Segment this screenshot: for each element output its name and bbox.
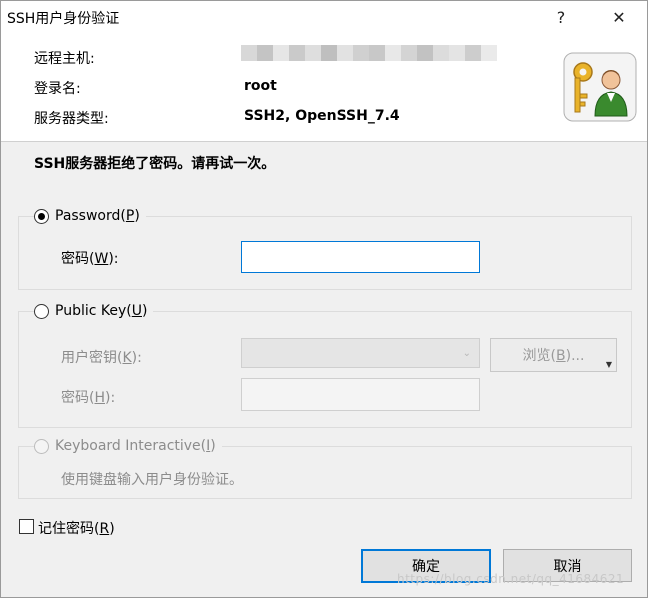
auth-error-message: SSH服务器拒绝了密码。请再试一次。	[34, 156, 276, 172]
server-type-label: 服务器类型:	[34, 111, 109, 127]
password-radio-label: Password(P)	[55, 208, 140, 224]
title-bar: SSH用户身份验证 ? ✕	[1, 1, 647, 33]
window-title: SSH用户身份验证	[7, 11, 120, 27]
chevron-down-icon: ⌄	[462, 348, 471, 359]
help-button[interactable]: ?	[541, 1, 581, 33]
dropdown-arrow-icon: ▼	[605, 360, 612, 369]
remote-host-label: 远程主机:	[34, 51, 95, 67]
browse-button[interactable]: 浏览(B)... ▼	[490, 338, 617, 372]
keyboard-interactive-description: 使用键盘输入用户身份验证。	[61, 472, 243, 488]
watermark-text: https://blog.csdn.net/qq_41684621	[397, 572, 625, 586]
keyboard-interactive-radio-option[interactable]: Keyboard Interactive(I)	[34, 438, 222, 454]
public-key-radio-label: Public Key(U)	[55, 303, 148, 319]
public-key-radio-button[interactable]	[34, 303, 49, 319]
ssh-auth-dialog: SSH用户身份验证 ? ✕ 远程主机: 登录名: root 服务器类型: SSH…	[0, 0, 648, 598]
password-radio-button[interactable]	[34, 208, 49, 224]
login-name-label: 登录名:	[34, 81, 81, 97]
passphrase-input[interactable]	[241, 378, 480, 411]
password-radio-option[interactable]: Password(P)	[34, 208, 146, 224]
remember-password-label[interactable]: 记住密码(R)	[38, 518, 115, 538]
remember-password-checkbox[interactable]	[19, 519, 34, 534]
public-key-radio-option[interactable]: Public Key(U)	[34, 303, 154, 319]
passphrase-label: 密码(H):	[61, 390, 116, 406]
user-key-icon	[563, 52, 637, 122]
server-type-value: SSH2, OpenSSH_7.4	[244, 108, 400, 124]
keyboard-interactive-radio-label: Keyboard Interactive(I)	[55, 438, 216, 454]
keyboard-interactive-radio-button[interactable]	[34, 438, 49, 454]
user-key-select[interactable]: ⌄	[241, 338, 480, 368]
remote-host-value-blurred	[241, 45, 497, 61]
user-key-label: 用户密钥(K):	[61, 350, 142, 366]
close-button[interactable]: ✕	[599, 1, 639, 33]
login-name-value: root	[244, 78, 277, 94]
password-input[interactable]	[241, 241, 480, 273]
password-field-label: 密码(W):	[61, 251, 119, 267]
